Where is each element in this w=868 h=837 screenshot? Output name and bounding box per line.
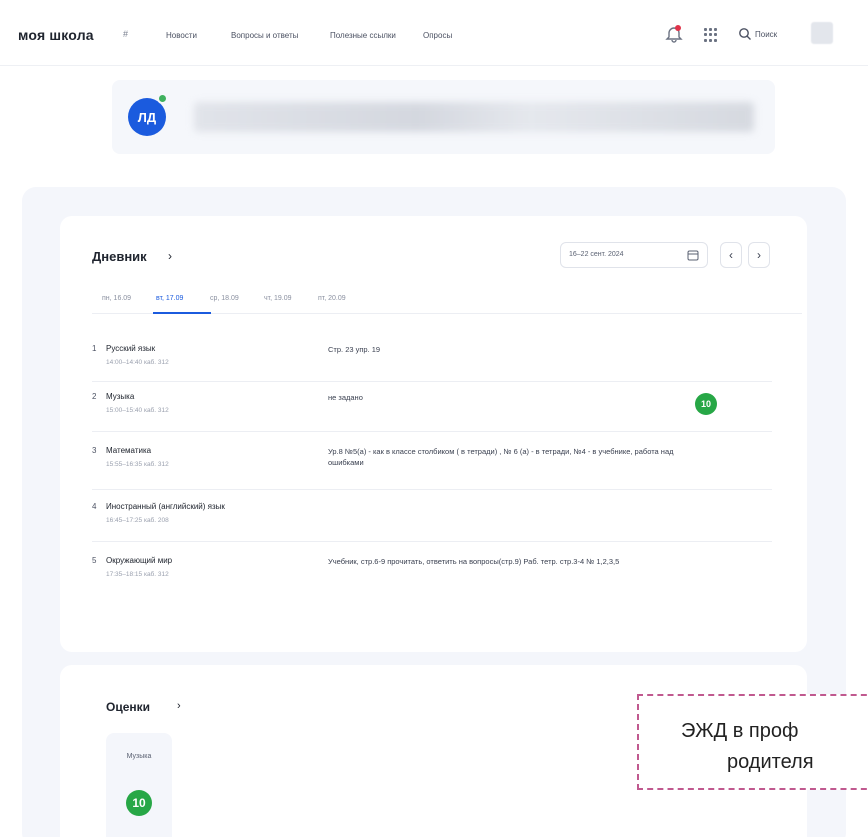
lesson-number: 1 xyxy=(92,344,97,353)
callout-line-2: родителя xyxy=(727,751,814,773)
search-label[interactable]: Поиск xyxy=(755,30,777,39)
logo-mark: # xyxy=(123,29,129,39)
calendar-icon[interactable] xyxy=(687,249,699,261)
apps-grid-icon[interactable] xyxy=(704,28,718,42)
lesson-subject[interactable]: Иностранный (английский) язык xyxy=(106,502,225,511)
lesson-row[interactable]: 5 Окружающий мир 17:35–18:15 каб. 312 Уч… xyxy=(92,556,772,600)
grade-tile[interactable]: Музыка 10 xyxy=(106,733,172,837)
lesson-time: 15:00–15:40 каб. 312 xyxy=(106,407,169,414)
profile-card: ЛД xyxy=(112,80,775,154)
date-range-value: 16–22 сент. 2024 xyxy=(569,251,624,258)
lesson-row[interactable]: 1 Русский язык 14:00–14:40 каб. 312 Стр.… xyxy=(92,344,772,382)
lesson-homework: Ур.8 №5(а) - как в классе столбиком ( в … xyxy=(328,447,674,467)
chevron-right-icon[interactable]: › xyxy=(168,249,172,263)
lesson-row[interactable]: 2 Музыка 15:00–15:40 каб. 312 не задано … xyxy=(92,392,772,432)
user-avatar[interactable] xyxy=(811,22,833,44)
day-tabs: пн, 16.09 вт, 17.09 ср, 18.09 чт, 19.09 … xyxy=(92,290,802,314)
grade-subject: Музыка xyxy=(126,753,152,760)
lesson-row[interactable]: 3 Математика 15:55–16:35 каб. 312 Ур.8 №… xyxy=(92,446,772,490)
tab-day-wed[interactable]: ср, 18.09 xyxy=(210,295,239,302)
grades-title[interactable]: Оценки xyxy=(106,700,150,714)
diary-card: Дневник › 16–22 сент. 2024 ‹ › пн, 16.09… xyxy=(60,216,807,652)
lesson-subject[interactable]: Окружающий мир xyxy=(106,556,172,565)
lesson-homework: не задано xyxy=(328,393,363,402)
date-range-picker[interactable]: 16–22 сент. 2024 xyxy=(560,242,708,268)
tab-day-mon[interactable]: пн, 16.09 xyxy=(102,295,131,302)
grade-badge[interactable]: 10 xyxy=(126,790,152,816)
lesson-subject[interactable]: Музыка xyxy=(106,392,134,401)
lesson-homework: Стр. 23 упр. 19 xyxy=(328,345,381,354)
lesson-time: 17:35–18:15 каб. 312 xyxy=(106,571,169,578)
lesson-subject[interactable]: Математика xyxy=(106,446,151,455)
grade-badge[interactable]: 10 xyxy=(695,393,717,415)
prev-week-button[interactable]: ‹ xyxy=(720,242,742,268)
tab-day-tue[interactable]: вт, 17.09 xyxy=(156,295,183,302)
lesson-number: 5 xyxy=(92,556,97,565)
online-status-dot xyxy=(157,93,168,104)
profile-name-blurred xyxy=(194,102,754,132)
lesson-number: 3 xyxy=(92,446,97,455)
active-tab-indicator xyxy=(153,312,211,314)
nav-item-links[interactable]: Полезные ссылки xyxy=(330,31,396,40)
lesson-time: 16:45–17:25 каб. 208 xyxy=(106,517,169,524)
lesson-row[interactable]: 4 Иностранный (английский) язык 16:45–17… xyxy=(92,502,772,542)
top-navigation-bar: моя школа # Новости Вопросы и ответы Пол… xyxy=(0,0,868,66)
lesson-time: 15:55–16:35 каб. 312 xyxy=(106,461,169,468)
nav-item-news[interactable]: Новости xyxy=(166,31,197,40)
diary-title[interactable]: Дневник xyxy=(92,249,147,264)
annotation-callout: ЭЖД в проф родителя xyxy=(637,694,868,790)
chevron-right-icon[interactable]: › xyxy=(177,700,181,712)
site-logo[interactable]: моя школа xyxy=(18,27,94,43)
bell-icon[interactable] xyxy=(664,24,684,44)
lesson-time: 14:00–14:40 каб. 312 xyxy=(106,359,169,366)
lesson-homework: Учебник, стр.6-9 прочитать, ответить на … xyxy=(328,557,620,566)
tab-day-thu[interactable]: чт, 19.09 xyxy=(264,295,291,302)
lesson-number: 2 xyxy=(92,392,97,401)
lesson-subject[interactable]: Русский язык xyxy=(106,344,155,353)
search-icon[interactable] xyxy=(738,27,752,41)
nav-item-polls[interactable]: Опросы xyxy=(423,31,452,40)
tab-day-fri[interactable]: пт, 20.09 xyxy=(318,295,346,302)
lesson-number: 4 xyxy=(92,502,97,511)
next-week-button[interactable]: › xyxy=(748,242,770,268)
nav-item-faq[interactable]: Вопросы и ответы xyxy=(231,31,298,40)
callout-line-1: ЭЖД в проф xyxy=(681,720,799,742)
